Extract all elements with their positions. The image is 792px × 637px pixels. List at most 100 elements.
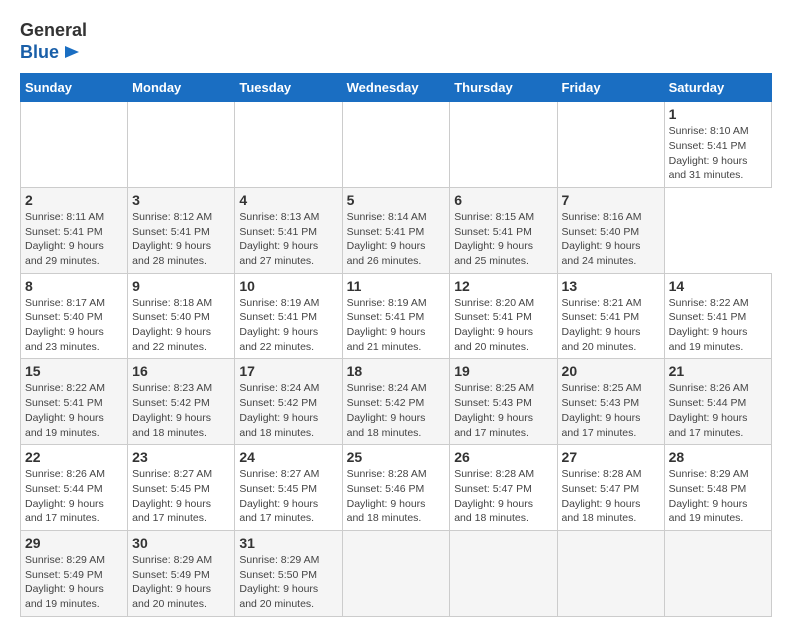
day-cell-18: 18 Sunrise: 8:24 AMSunset: 5:42 PMDayligh… [342, 359, 450, 445]
day-number: 10 [239, 278, 337, 294]
day-info: Sunrise: 8:14 AMSunset: 5:41 PMDaylight:… [347, 210, 446, 269]
empty-cell [128, 102, 235, 188]
day-info: Sunrise: 8:24 AMSunset: 5:42 PMDaylight:… [239, 381, 337, 440]
day-info: Sunrise: 8:20 AMSunset: 5:41 PMDaylight:… [454, 296, 552, 355]
day-cell-4: 4 Sunrise: 8:13 AMSunset: 5:41 PMDaylight… [235, 187, 342, 273]
day-number: 7 [562, 192, 660, 208]
header-saturday: Saturday [664, 74, 771, 102]
header-tuesday: Tuesday [235, 74, 342, 102]
calendar-week-6: 29 Sunrise: 8:29 AMSunset: 5:49 PMDayligh… [21, 530, 772, 616]
day-info: Sunrise: 8:28 AMSunset: 5:47 PMDaylight:… [454, 467, 552, 526]
empty-cell [342, 530, 450, 616]
day-cell-27: 27 Sunrise: 8:28 AMSunset: 5:47 PMDayligh… [557, 445, 664, 531]
day-cell-2: 2 Sunrise: 8:11 AMSunset: 5:41 PMDaylight… [21, 187, 128, 273]
day-cell-29: 29 Sunrise: 8:29 AMSunset: 5:49 PMDayligh… [21, 530, 128, 616]
header-thursday: Thursday [450, 74, 557, 102]
day-info: Sunrise: 8:25 AMSunset: 5:43 PMDaylight:… [454, 381, 552, 440]
day-cell-3: 3 Sunrise: 8:12 AMSunset: 5:41 PMDaylight… [128, 187, 235, 273]
day-number: 6 [454, 192, 552, 208]
day-cell-23: 23 Sunrise: 8:27 AMSunset: 5:45 PMDayligh… [128, 445, 235, 531]
day-info: Sunrise: 8:29 AMSunset: 5:50 PMDaylight:… [239, 553, 337, 612]
day-number: 30 [132, 535, 230, 551]
day-info: Sunrise: 8:26 AMSunset: 5:44 PMDaylight:… [669, 381, 767, 440]
day-cell-17: 17 Sunrise: 8:24 AMSunset: 5:42 PMDayligh… [235, 359, 342, 445]
day-info: Sunrise: 8:10 AMSunset: 5:41 PMDaylight:… [669, 124, 767, 183]
day-cell-31: 31Sunrise: 8:29 AMSunset: 5:50 PMDayligh… [235, 530, 342, 616]
day-info: Sunrise: 8:27 AMSunset: 5:45 PMDaylight:… [239, 467, 337, 526]
day-cell-16: 16 Sunrise: 8:23 AMSunset: 5:42 PMDayligh… [128, 359, 235, 445]
day-number: 16 [132, 363, 230, 379]
day-info: Sunrise: 8:15 AMSunset: 5:41 PMDaylight:… [454, 210, 552, 269]
empty-cell [450, 102, 557, 188]
day-number: 3 [132, 192, 230, 208]
day-cell-15: 15 Sunrise: 8:22 AMSunset: 5:41 PMDayligh… [21, 359, 128, 445]
logo-blue: Blue [20, 42, 59, 64]
logo-text: General Blue [20, 20, 87, 63]
header-friday: Friday [557, 74, 664, 102]
day-number: 28 [669, 449, 767, 465]
day-info: Sunrise: 8:22 AMSunset: 5:41 PMDaylight:… [669, 296, 767, 355]
empty-cell [235, 102, 342, 188]
day-info: Sunrise: 8:27 AMSunset: 5:45 PMDaylight:… [132, 467, 230, 526]
day-number: 12 [454, 278, 552, 294]
day-number: 29 [25, 535, 123, 551]
day-info: Sunrise: 8:19 AMSunset: 5:41 PMDaylight:… [347, 296, 446, 355]
day-cell-20: 20 Sunrise: 8:25 AMSunset: 5:43 PMDayligh… [557, 359, 664, 445]
day-number: 9 [132, 278, 230, 294]
day-number: 15 [25, 363, 123, 379]
day-info: Sunrise: 8:12 AMSunset: 5:41 PMDaylight:… [132, 210, 230, 269]
empty-cell [664, 530, 771, 616]
logo: General Blue [20, 20, 87, 63]
logo-general: General [20, 20, 87, 42]
day-info: Sunrise: 8:29 AMSunset: 5:49 PMDaylight:… [132, 553, 230, 612]
day-number: 27 [562, 449, 660, 465]
day-cell-7: 7 Sunrise: 8:16 AMSunset: 5:40 PMDaylight… [557, 187, 664, 273]
day-number: 17 [239, 363, 337, 379]
day-cell-1: 1 Sunrise: 8:10 AMSunset: 5:41 PMDaylight… [664, 102, 771, 188]
day-cell-5: 5 Sunrise: 8:14 AMSunset: 5:41 PMDaylight… [342, 187, 450, 273]
day-info: Sunrise: 8:22 AMSunset: 5:41 PMDaylight:… [25, 381, 123, 440]
calendar-week-2: 2 Sunrise: 8:11 AMSunset: 5:41 PMDaylight… [21, 187, 772, 273]
day-cell-6: 6 Sunrise: 8:15 AMSunset: 5:41 PMDaylight… [450, 187, 557, 273]
day-info: Sunrise: 8:28 AMSunset: 5:47 PMDaylight:… [562, 467, 660, 526]
day-cell-9: 9 Sunrise: 8:18 AMSunset: 5:40 PMDaylight… [128, 273, 235, 359]
day-number: 5 [347, 192, 446, 208]
day-cell-12: 12 Sunrise: 8:20 AMSunset: 5:41 PMDayligh… [450, 273, 557, 359]
header-wednesday: Wednesday [342, 74, 450, 102]
calendar-week-1: 1 Sunrise: 8:10 AMSunset: 5:41 PMDaylight… [21, 102, 772, 188]
empty-cell [342, 102, 450, 188]
day-number: 1 [669, 106, 767, 122]
empty-cell [450, 530, 557, 616]
day-info: Sunrise: 8:23 AMSunset: 5:42 PMDaylight:… [132, 381, 230, 440]
day-number: 11 [347, 278, 446, 294]
day-cell-22: 22Sunrise: 8:26 AMSunset: 5:44 PMDayligh… [21, 445, 128, 531]
empty-cell [557, 530, 664, 616]
day-info: Sunrise: 8:26 AMSunset: 5:44 PMDaylight:… [25, 467, 123, 526]
header-monday: Monday [128, 74, 235, 102]
day-cell-8: 8 Sunrise: 8:17 AMSunset: 5:40 PMDaylight… [21, 273, 128, 359]
day-info: Sunrise: 8:17 AMSunset: 5:40 PMDaylight:… [25, 296, 123, 355]
day-number: 24 [239, 449, 337, 465]
day-info: Sunrise: 8:24 AMSunset: 5:42 PMDaylight:… [347, 381, 446, 440]
day-info: Sunrise: 8:11 AMSunset: 5:41 PMDaylight:… [25, 210, 123, 269]
day-info: Sunrise: 8:29 AMSunset: 5:49 PMDaylight:… [25, 553, 123, 612]
day-cell-28: 28Sunrise: 8:29 AMSunset: 5:48 PMDayligh… [664, 445, 771, 531]
day-info: Sunrise: 8:18 AMSunset: 5:40 PMDaylight:… [132, 296, 230, 355]
day-info: Sunrise: 8:13 AMSunset: 5:41 PMDaylight:… [239, 210, 337, 269]
day-cell-13: 13Sunrise: 8:21 AMSunset: 5:41 PMDayligh… [557, 273, 664, 359]
day-number: 25 [347, 449, 446, 465]
day-number: 20 [562, 363, 660, 379]
day-info: Sunrise: 8:25 AMSunset: 5:43 PMDaylight:… [562, 381, 660, 440]
day-number: 21 [669, 363, 767, 379]
day-number: 4 [239, 192, 337, 208]
day-number: 2 [25, 192, 123, 208]
day-number: 13 [562, 278, 660, 294]
day-cell-25: 25Sunrise: 8:28 AMSunset: 5:46 PMDayligh… [342, 445, 450, 531]
day-number: 8 [25, 278, 123, 294]
logo-arrow-icon [61, 44, 81, 60]
day-info: Sunrise: 8:16 AMSunset: 5:40 PMDaylight:… [562, 210, 660, 269]
day-cell-11: 11 Sunrise: 8:19 AMSunset: 5:41 PMDayligh… [342, 273, 450, 359]
day-number: 18 [347, 363, 446, 379]
day-number: 23 [132, 449, 230, 465]
day-number: 26 [454, 449, 552, 465]
